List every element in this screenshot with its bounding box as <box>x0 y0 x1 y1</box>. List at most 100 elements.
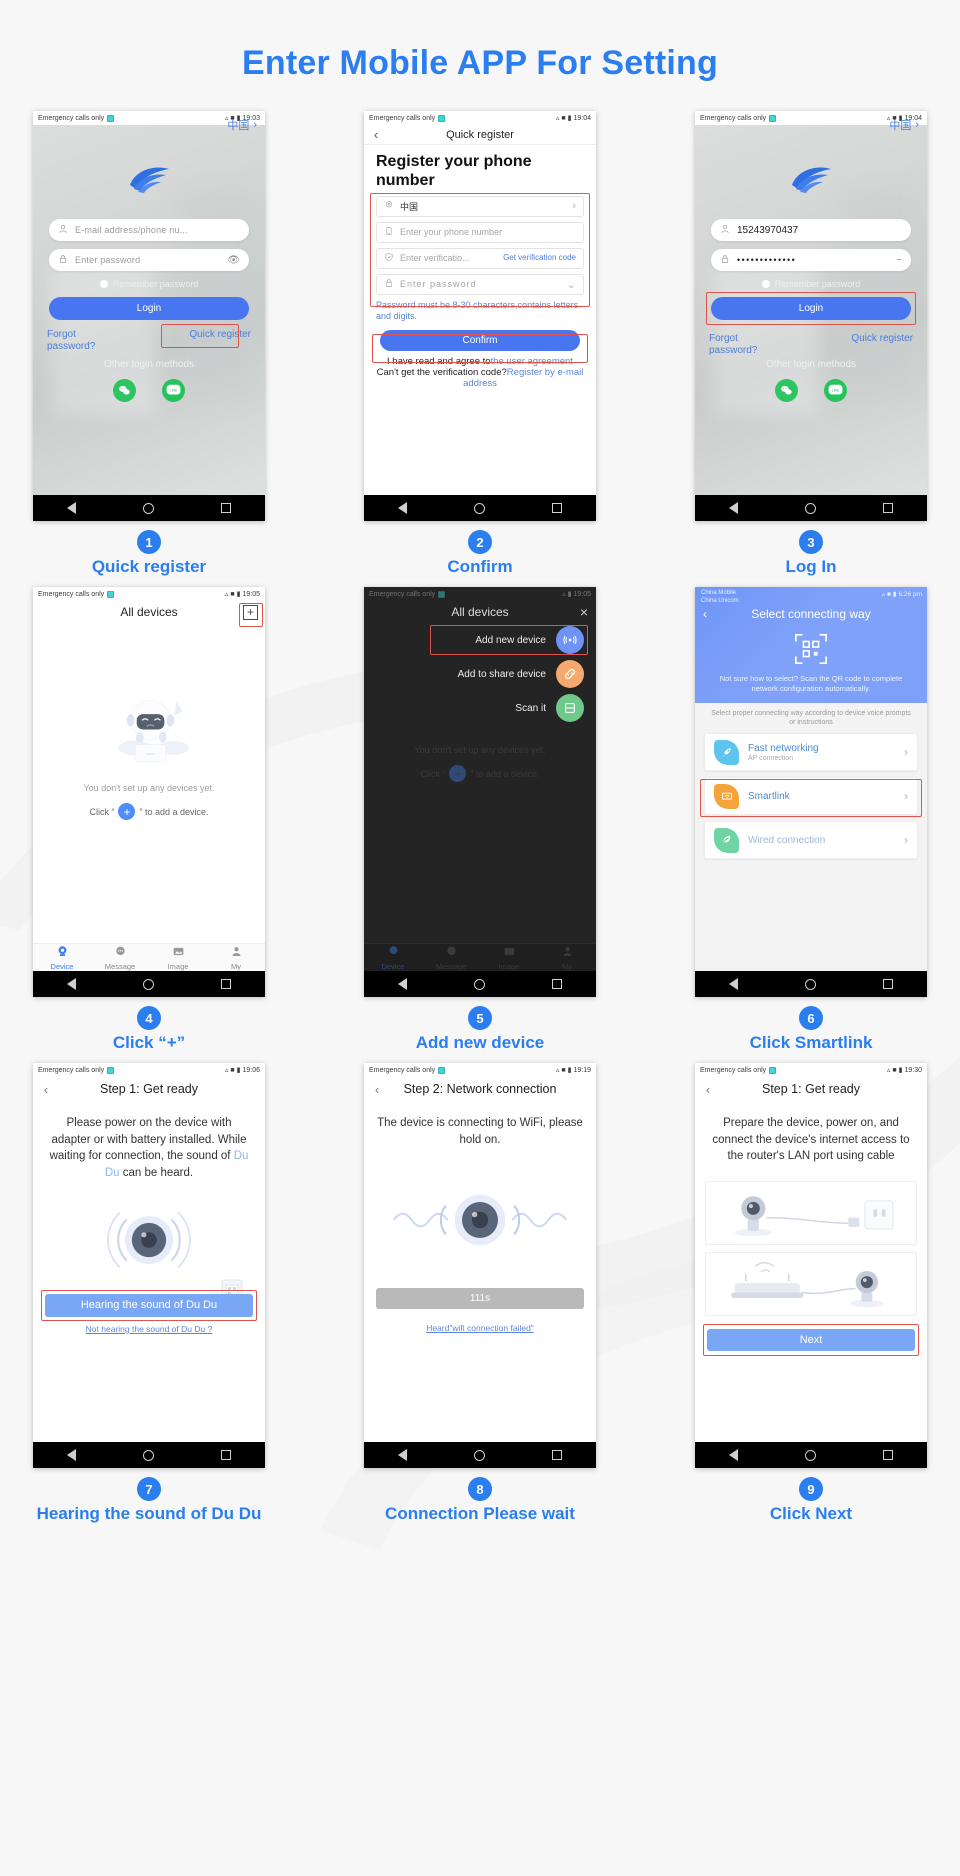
wifi-failed-link[interactable]: Heard"wifi connection failed" <box>364 1323 596 1333</box>
forgot-password-link[interactable]: Forgot password? <box>47 329 117 352</box>
nav-recents-icon[interactable] <box>221 503 232 513</box>
carrier-line-1: China Mobile <box>701 590 737 597</box>
chevron-right-icon: › <box>904 833 908 848</box>
nav-recents-icon[interactable] <box>883 979 894 990</box>
connect-hero: China Mobile China Unicom ▵ ■ ▮ 6:26 pm … <box>695 587 927 704</box>
option-wired-connection[interactable]: Wired connection › <box>704 821 918 860</box>
status-bar: Emergency calls only ▵ ■ ▮ 19:04 <box>364 111 596 125</box>
step-body: Please power on the device with adapter … <box>33 1101 265 1182</box>
line-icon[interactable]: LINE <box>824 379 847 402</box>
scan-icon[interactable] <box>556 694 584 723</box>
tab-device[interactable]: Device <box>33 944 91 971</box>
eye-icon[interactable]: 👁 <box>227 255 240 266</box>
sim-icon <box>769 1066 777 1074</box>
line-icon[interactable]: LINE <box>162 379 185 402</box>
nav-back-icon[interactable] <box>728 1449 738 1462</box>
step-cell-9: Emergency calls only ▵ ■ ▮ 19:30 ‹ Step … <box>680 1063 942 1524</box>
nav-home-icon[interactable] <box>142 1449 154 1461</box>
router-to-camera-illustration <box>705 1252 917 1317</box>
nav-recents-icon[interactable] <box>883 1450 894 1461</box>
nav-recents-icon[interactable] <box>883 503 894 513</box>
back-icon[interactable]: ‹ <box>695 1082 721 1097</box>
phone-screen-all-devices: Emergency calls only ▵ ■ ▮ 19:05 All dev… <box>33 587 265 998</box>
nav-recents-icon[interactable] <box>221 1450 232 1461</box>
remember-radio-icon[interactable] <box>99 280 108 288</box>
nav-back-icon[interactable] <box>397 978 407 991</box>
step-cell-1: Emergency calls only ▵ ■ ▮ 19:03 中国 › E-… <box>18 111 280 577</box>
clock-label: 19:19 <box>573 1066 591 1074</box>
tab-message[interactable]: Message <box>422 944 480 971</box>
country-selector[interactable]: 中国 › <box>227 117 257 133</box>
nav-home-icon[interactable] <box>804 978 816 990</box>
tab-image[interactable]: Image <box>480 944 538 971</box>
register-topbar-title: Quick register <box>446 128 514 141</box>
tab-my[interactable]: My <box>538 944 596 971</box>
menu-item-add-share-device[interactable]: Add to share device <box>364 657 596 691</box>
scan-it-label: Scan it <box>515 702 546 714</box>
other-login-text: Other login methods <box>103 359 195 370</box>
quick-register-link[interactable]: Quick register <box>851 333 913 356</box>
nav-home-icon[interactable] <box>142 978 154 990</box>
nav-home-icon[interactable] <box>142 502 154 514</box>
nav-back-icon[interactable] <box>728 502 738 514</box>
close-icon[interactable]: × <box>580 604 588 620</box>
nav-back-icon[interactable] <box>66 978 76 991</box>
signal-icon: ■ <box>886 590 891 598</box>
nav-home-icon[interactable] <box>473 1449 485 1461</box>
phone-field[interactable]: 15243970437 <box>711 219 911 241</box>
status-bar: Emergency calls only ▵ ■ ▮ 19:05 <box>33 587 265 601</box>
sim-icon <box>107 114 115 122</box>
wifi-icon: ▵ <box>886 1066 891 1074</box>
remember-radio-icon[interactable] <box>761 280 770 288</box>
tab-image[interactable]: Image <box>149 944 207 971</box>
camera-icon <box>387 945 400 961</box>
phone-value: 15243970437 <box>737 224 799 236</box>
password-field[interactable]: Enter password 👁 <box>49 249 249 271</box>
nav-recents-icon[interactable] <box>221 979 232 990</box>
nav-home-icon[interactable] <box>473 502 485 514</box>
nav-recents-icon[interactable] <box>552 1450 563 1461</box>
not-hearing-link[interactable]: Not hearing the sound of Du Du ? <box>33 1324 265 1334</box>
back-icon[interactable]: ‹ <box>33 1082 59 1097</box>
register-topbar: ‹ Quick register <box>364 125 596 145</box>
remember-password-row[interactable]: Remember password <box>695 279 927 289</box>
add-fab-icon[interactable]: + <box>118 803 136 821</box>
nav-back-icon[interactable] <box>66 1449 76 1462</box>
email-field[interactable]: E-mail address/phone nu... <box>49 219 249 241</box>
forgot-password-link[interactable]: Forgot password? <box>709 333 779 356</box>
nav-back-icon[interactable] <box>397 502 407 514</box>
nav-home-icon[interactable] <box>804 1449 816 1461</box>
carrier-label: Emergency calls only <box>369 590 436 598</box>
eye-icon[interactable]: ~ <box>896 255 902 266</box>
highlight-box-plus <box>239 603 263 628</box>
menu-item-scan-it[interactable]: Scan it <box>364 691 596 725</box>
nav-home-icon[interactable] <box>804 502 816 514</box>
step-number-5: 5 <box>468 1006 492 1031</box>
nav-recents-icon[interactable] <box>552 503 563 513</box>
nav-back-icon[interactable] <box>66 502 76 514</box>
battery-icon: ▮ <box>236 590 241 598</box>
qr-code-icon[interactable] <box>695 632 927 666</box>
country-selector[interactable]: 中国 › <box>889 117 919 133</box>
tab-device[interactable]: Device <box>364 944 422 971</box>
tab-my[interactable]: My <box>207 944 265 971</box>
password-field[interactable]: ••••••••••••• ~ <box>711 249 911 271</box>
tab-message[interactable]: Message <box>91 944 149 971</box>
link-icon[interactable] <box>556 660 584 689</box>
back-icon[interactable]: ‹ <box>703 607 707 621</box>
nav-recents-icon[interactable] <box>552 979 563 990</box>
connect-title: Select connecting way <box>751 607 871 622</box>
wechat-icon[interactable] <box>775 379 798 402</box>
back-icon[interactable]: ‹ <box>364 127 388 142</box>
wechat-icon[interactable] <box>113 379 136 402</box>
nav-back-icon[interactable] <box>397 1449 407 1462</box>
nav-back-icon[interactable] <box>728 978 738 991</box>
step-caption-6: Click Smartlink <box>749 1033 873 1053</box>
remember-password-row[interactable]: Remember password <box>33 279 265 289</box>
nav-home-icon[interactable] <box>473 978 485 990</box>
option-fast-networking[interactable]: Fast networking AP connection › <box>704 733 918 772</box>
phone-screen-login: Emergency calls only ▵ ■ ▮ 19:03 中国 › E-… <box>33 111 265 521</box>
status-bar: Emergency calls only ▵ ▮ 19:05 <box>364 587 596 601</box>
back-icon[interactable]: ‹ <box>364 1082 390 1097</box>
login-button[interactable]: Login <box>49 297 249 320</box>
